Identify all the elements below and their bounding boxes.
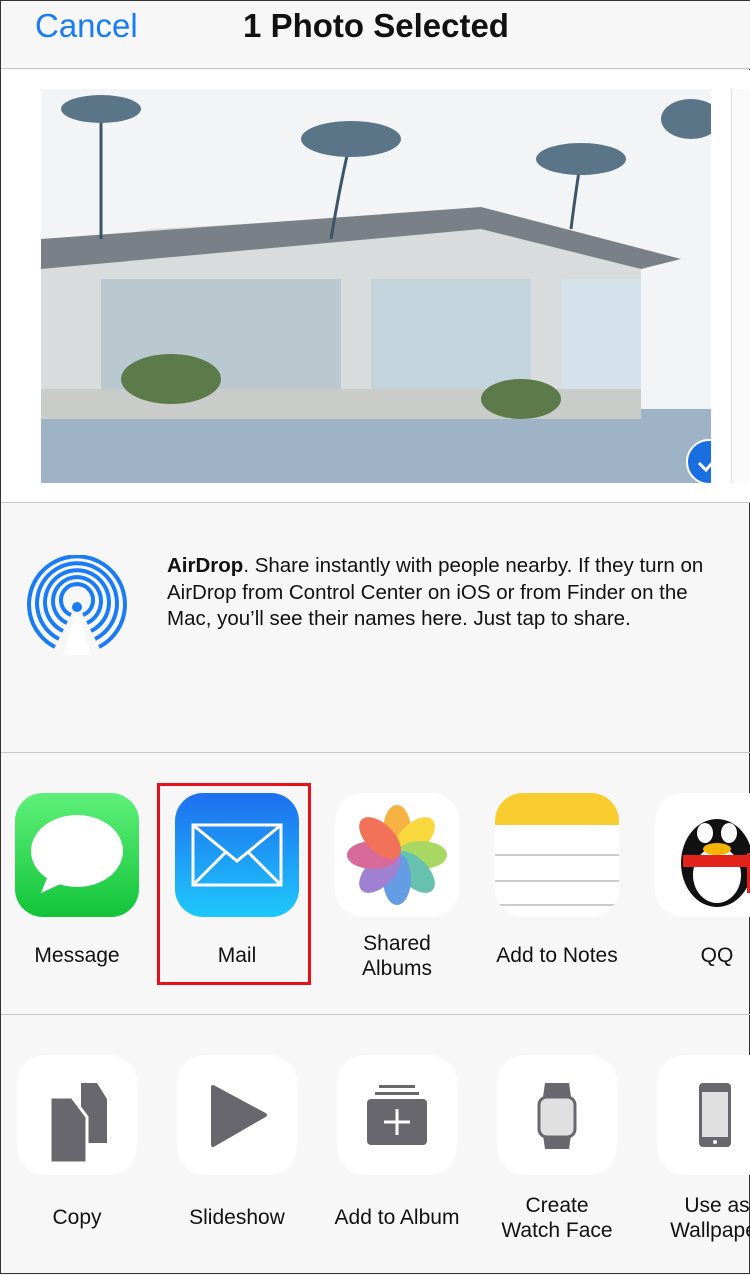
action-label: Add to Album [334, 1206, 460, 1229]
airdrop-text: . Share instantly with people nearby. If… [167, 554, 704, 630]
actions-row: Copy Slideshow Add to Album Create Watch… [1, 1015, 750, 1275]
phone-icon [657, 1055, 750, 1175]
qq-icon [655, 793, 750, 917]
add-album-icon [337, 1055, 457, 1175]
share-apps-row: Message Mail Shared Albums Add to Notes … [1, 753, 750, 1015]
app-label: Message [34, 944, 120, 967]
photos-icon [335, 793, 459, 917]
copy-icon [17, 1055, 137, 1175]
watch-icon [497, 1055, 617, 1175]
action-label: Create Watch Face [501, 1194, 613, 1242]
selection-highlight [157, 783, 311, 985]
next-photo-thumbnail[interactable] [731, 89, 750, 483]
notes-icon [495, 793, 619, 917]
airdrop-description: AirDrop. Share instantly with people nea… [167, 553, 727, 633]
page-title: 1 Photo Selected [243, 7, 509, 44]
app-label: QQ [700, 944, 734, 967]
header: Cancel 1 Photo Selected [1, 1, 750, 69]
message-icon [15, 793, 139, 917]
airdrop-section: AirDrop. Share instantly with people nea… [1, 503, 750, 753]
play-icon [177, 1055, 297, 1175]
action-label: Slideshow [189, 1206, 285, 1229]
airdrop-title: AirDrop [167, 554, 244, 577]
photo-strip[interactable] [1, 70, 750, 503]
app-label: Add to Notes [496, 944, 618, 967]
selected-photo[interactable] [41, 89, 711, 483]
action-label: Copy [52, 1206, 102, 1229]
app-label: Shared Albums [361, 932, 433, 980]
selected-check-icon[interactable] [686, 439, 711, 483]
action-label: Use as Wallpaper [670, 1194, 750, 1242]
airdrop-icon [27, 555, 127, 655]
